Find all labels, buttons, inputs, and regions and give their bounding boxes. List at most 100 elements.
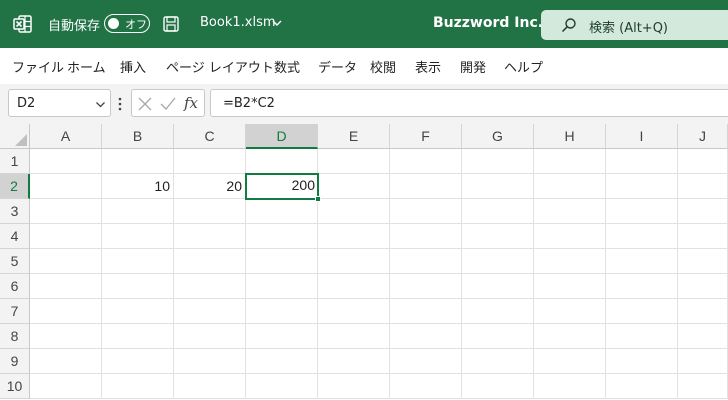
cell-e5[interactable] [318, 249, 390, 274]
row-header-8[interactable]: 8 [0, 324, 30, 349]
formula-input[interactable]: =B2*C2 [210, 89, 728, 117]
cell-i2[interactable] [606, 174, 678, 199]
column-header-c[interactable]: C [174, 124, 246, 149]
cell-g9[interactable] [462, 349, 534, 374]
cell-h10[interactable] [534, 374, 606, 399]
menu-item-home[interactable]: ホーム [67, 57, 106, 76]
cell-a2[interactable] [30, 174, 102, 199]
cell-d8[interactable] [246, 324, 318, 349]
cell-i6[interactable] [606, 274, 678, 299]
cell-d4[interactable] [246, 224, 318, 249]
cell-g10[interactable] [462, 374, 534, 399]
menu-item-formulas[interactable]: 数式 [274, 57, 300, 76]
cell-c9[interactable] [174, 349, 246, 374]
cell-f1[interactable] [390, 149, 462, 174]
cell-a3[interactable] [30, 199, 102, 224]
menu-item-view[interactable]: 表示 [415, 57, 441, 76]
cell-b9[interactable] [102, 349, 174, 374]
cell-g6[interactable] [462, 274, 534, 299]
row-header-5[interactable]: 5 [0, 249, 30, 274]
cell-f5[interactable] [390, 249, 462, 274]
column-header-b[interactable]: B [102, 124, 174, 149]
cell-g2[interactable] [462, 174, 534, 199]
fill-handle[interactable] [315, 196, 321, 202]
column-header-h[interactable]: H [534, 124, 606, 149]
cell-h9[interactable] [534, 349, 606, 374]
cancel-icon[interactable] [138, 97, 152, 111]
cell-j6[interactable] [678, 274, 728, 299]
cell-c7[interactable] [174, 299, 246, 324]
cell-a6[interactable] [30, 274, 102, 299]
cell-i10[interactable] [606, 374, 678, 399]
cell-f6[interactable] [390, 274, 462, 299]
cell-b7[interactable] [102, 299, 174, 324]
column-header-a[interactable]: A [30, 124, 102, 149]
cell-a9[interactable] [30, 349, 102, 374]
cell-f7[interactable] [390, 299, 462, 324]
cell-h4[interactable] [534, 224, 606, 249]
menu-item-page-layout[interactable]: ページ レイアウト [166, 57, 274, 76]
cell-i1[interactable] [606, 149, 678, 174]
row-header-1[interactable]: 1 [0, 149, 30, 174]
column-header-i[interactable]: I [606, 124, 678, 149]
cell-j3[interactable] [678, 199, 728, 224]
cell-e1[interactable] [318, 149, 390, 174]
cell-d6[interactable] [246, 274, 318, 299]
cell-f3[interactable] [390, 199, 462, 224]
chevron-down-icon[interactable] [271, 17, 283, 29]
row-header-7[interactable]: 7 [0, 299, 30, 324]
cell-c3[interactable] [174, 199, 246, 224]
cell-f4[interactable] [390, 224, 462, 249]
cell-e7[interactable] [318, 299, 390, 324]
cell-i7[interactable] [606, 299, 678, 324]
menu-item-review[interactable]: 校閲 [370, 57, 396, 76]
chevron-down-icon[interactable] [95, 99, 106, 110]
cell-e9[interactable] [318, 349, 390, 374]
cell-f10[interactable] [390, 374, 462, 399]
cell-a8[interactable] [30, 324, 102, 349]
cell-h7[interactable] [534, 299, 606, 324]
column-header-f[interactable]: F [390, 124, 462, 149]
autosave-toggle[interactable]: オフ [104, 14, 150, 33]
cell-d3[interactable] [246, 199, 318, 224]
more-options-icon[interactable] [118, 97, 122, 111]
cell-b3[interactable] [102, 199, 174, 224]
cell-b1[interactable] [102, 149, 174, 174]
cell-i5[interactable] [606, 249, 678, 274]
insert-function-icon[interactable]: fx [184, 94, 198, 112]
menu-item-data[interactable]: データ [318, 57, 357, 76]
select-all-button[interactable] [0, 124, 30, 149]
cell-g1[interactable] [462, 149, 534, 174]
cell-g5[interactable] [462, 249, 534, 274]
cell-d5[interactable] [246, 249, 318, 274]
active-cell-d2[interactable]: 200 [245, 173, 319, 200]
cell-c8[interactable] [174, 324, 246, 349]
cell-j5[interactable] [678, 249, 728, 274]
cell-i9[interactable] [606, 349, 678, 374]
cell-b5[interactable] [102, 249, 174, 274]
cell-j1[interactable] [678, 149, 728, 174]
cell-d7[interactable] [246, 299, 318, 324]
cell-g8[interactable] [462, 324, 534, 349]
cell-h6[interactable] [534, 274, 606, 299]
cell-h2[interactable] [534, 174, 606, 199]
cell-f2[interactable] [390, 174, 462, 199]
menu-item-insert[interactable]: 挿入 [120, 57, 146, 76]
menu-item-file[interactable]: ファイル [12, 57, 64, 76]
cell-j7[interactable] [678, 299, 728, 324]
column-header-g[interactable]: G [462, 124, 534, 149]
cell-j2[interactable] [678, 174, 728, 199]
cell-c1[interactable] [174, 149, 246, 174]
cell-j9[interactable] [678, 349, 728, 374]
cell-i4[interactable] [606, 224, 678, 249]
cell-g3[interactable] [462, 199, 534, 224]
cell-f8[interactable] [390, 324, 462, 349]
column-header-e[interactable]: E [318, 124, 390, 149]
cell-e4[interactable] [318, 224, 390, 249]
cell-h1[interactable] [534, 149, 606, 174]
cell-j8[interactable] [678, 324, 728, 349]
cell-e6[interactable] [318, 274, 390, 299]
search-box[interactable]: 検索 (Alt+Q) [541, 10, 728, 40]
cell-g7[interactable] [462, 299, 534, 324]
cell-a10[interactable] [30, 374, 102, 399]
